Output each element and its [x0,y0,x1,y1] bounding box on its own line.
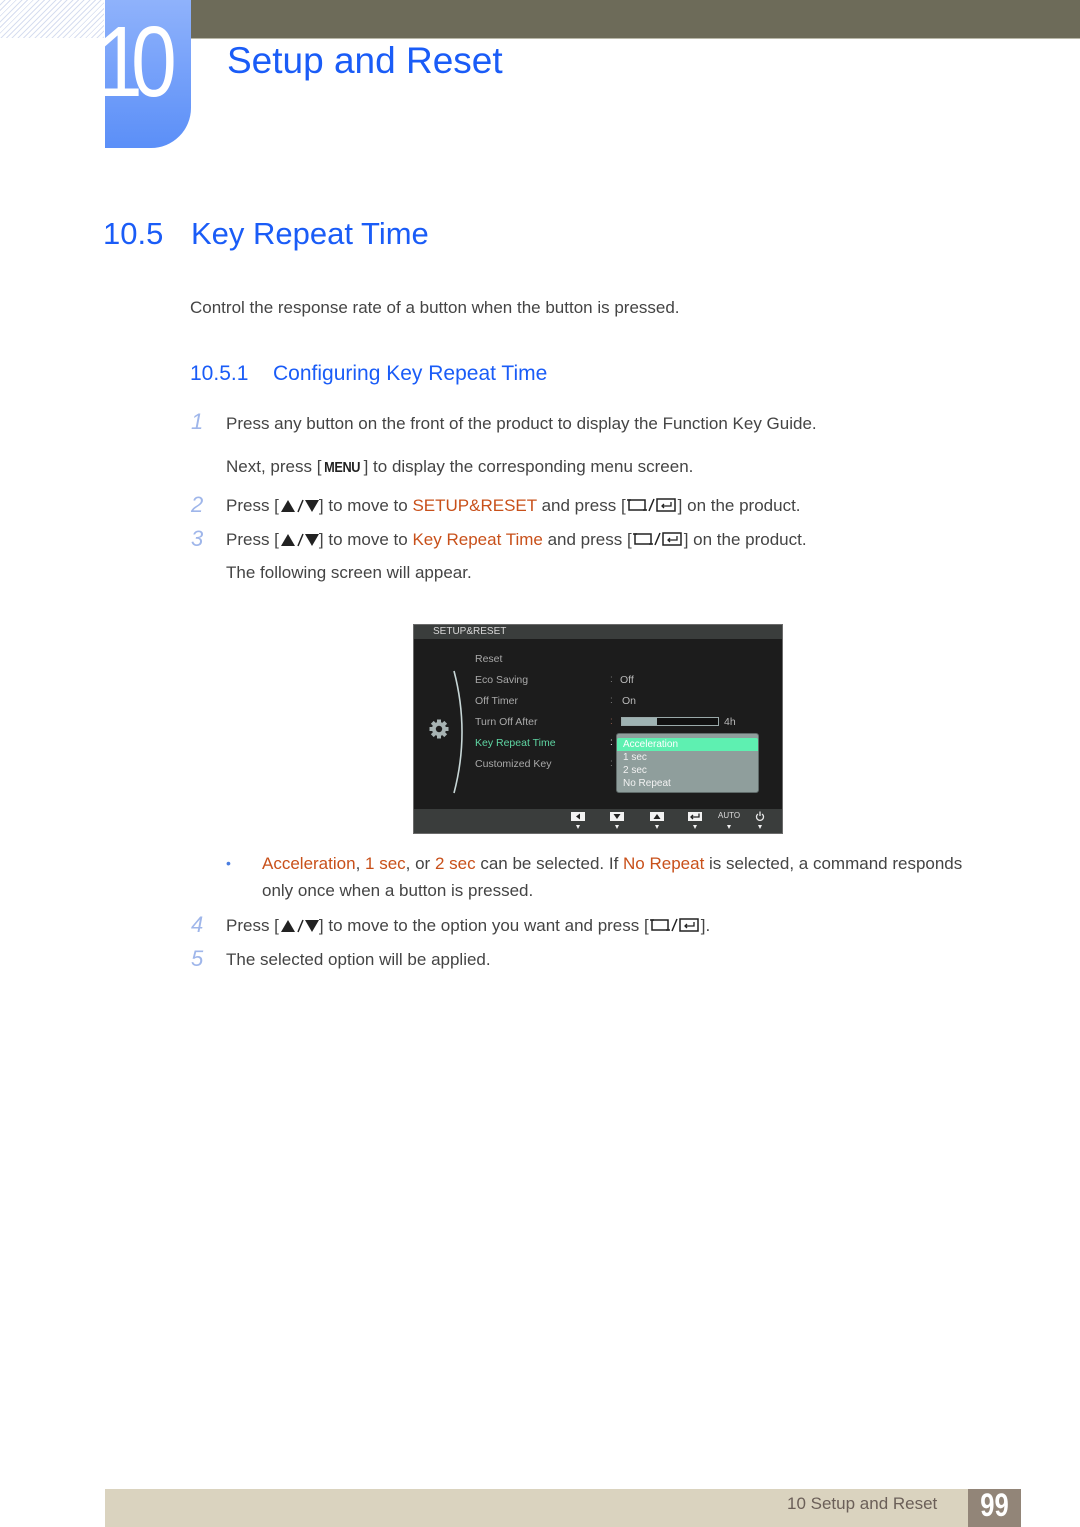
step-number: 2 [191,492,204,517]
step-text: The following screen will appear. [226,563,472,582]
source-enter-key-icon [626,497,678,518]
osd-turn-off-after-slider[interactable] [621,717,719,726]
osd-arc-decoration [453,670,463,794]
button-indicator-icon [576,825,580,829]
step-number: 4 [191,912,204,937]
note-line-2: only once when a button is pressed. [262,881,534,900]
source-enter-key-icon [649,917,701,938]
header-hatch-decoration [0,0,104,38]
osd-value-turn-off-after: 4h [724,716,736,728]
step-number: 5 [191,946,204,971]
text-fragment: , [355,854,366,873]
section-title-text: Key Repeat Time [191,216,429,251]
osd-colon: : [610,737,613,748]
step-text: Press any button on the front of the pro… [226,414,817,433]
osd-colon: : [610,674,613,685]
button-indicator-icon [727,825,731,829]
gear-icon [429,719,449,739]
text-fragment: ] to move to [318,496,413,515]
step-number: 3 [191,526,204,551]
text-fragment: , or [405,854,435,873]
subsection-number: 10.5.1 [190,362,249,385]
osd-item-customized-key[interactable]: Customized Key [475,758,551,770]
osd-colon: : [610,695,613,706]
text-fragment: ] to move to [318,530,413,549]
power-icon[interactable] [755,811,765,821]
step-text-menu: Next, press [MENU] to display the corres… [226,457,693,477]
section-number: 10.5 [103,216,164,251]
osd-item-key-repeat-time[interactable]: Key Repeat Time [475,737,556,749]
step-number: 1 [191,409,204,434]
text-fragment: ] to move to the option you want and pre… [318,916,649,935]
highlight-1-sec: 1 sec [365,854,406,873]
step-text: The selected option will be applied. [226,950,491,969]
highlight-no-repeat: No Repeat [623,854,705,873]
highlight-key-repeat-time: Key Repeat Time [412,530,543,549]
osd-item-eco-saving[interactable]: Eco Saving [475,674,528,686]
section-intro: Control the response rate of a button wh… [190,298,680,317]
osd-value-eco-saving: Off [620,674,634,686]
osd-option-1-sec[interactable]: 1 sec [617,751,758,764]
up-down-key-icon [279,498,319,518]
osd-option-no-repeat[interactable]: No Repeat [617,777,758,790]
note-line-1: Acceleration, 1 sec, or 2 sec can be sel… [262,854,962,874]
button-indicator-icon [655,825,659,829]
highlight-acceleration: Acceleration [262,854,356,873]
up-arrow-icon[interactable] [650,812,664,821]
osd-item-turn-off-after[interactable]: Turn Off After [475,716,537,728]
auto-button[interactable]: AUTO [718,811,740,820]
text-fragment: is selected, a command responds [704,854,963,873]
highlight-setup-reset: SETUP&RESET [412,496,537,515]
text-fragment: ] on the product. [677,496,801,515]
button-indicator-icon [693,825,697,829]
enter-icon[interactable] [688,812,702,821]
up-down-key-icon [279,532,319,552]
step-text: Press [ ] to move to SETUP&RESET and pres… [226,496,801,518]
footer-chapter-label: 10 Setup and Reset [787,1494,938,1513]
osd-colon: : [610,716,613,727]
text-fragment: Press [ [226,496,279,515]
text-fragment: and press [ [542,530,632,549]
osd-item-reset[interactable]: Reset [475,653,502,665]
osd-option-acceleration[interactable]: Acceleration [617,738,758,751]
subsection-title-text: Configuring Key Repeat Time [273,362,548,385]
osd-value-off-timer: On [622,695,637,707]
osd-slider-fill [622,718,657,725]
text-fragment: and press [ [536,496,626,515]
text-fragment: Press [ [226,916,279,935]
highlight-2-sec: 2 sec [434,854,476,873]
step-text: Press [ ] to move to the option you want … [226,916,710,938]
step-text: Press [ ] to move to Key Repeat Time and … [226,530,807,552]
up-down-key-icon [279,918,319,938]
page-number: 99 [980,1487,1009,1523]
down-arrow-icon[interactable] [610,812,624,821]
osd-key-repeat-dropdown[interactable]: Acceleration 1 sec 2 sec No Repeat [616,733,759,793]
button-indicator-icon [615,825,619,829]
osd-item-off-timer[interactable]: Off Timer [475,695,518,707]
left-arrow-icon[interactable] [571,812,585,821]
chapter-title: Setup and Reset [227,40,503,81]
bullet-icon: • [226,855,231,871]
text-fragment: ]. [700,916,711,935]
header-bar [190,0,1080,39]
osd-option-2-sec[interactable]: 2 sec [617,764,758,777]
text-fragment: Next, press [ [226,457,322,476]
osd-colon: : [610,758,613,769]
osd-header: SETUP&RESET [414,625,782,639]
button-indicator-icon [758,825,762,829]
source-enter-key-icon [632,531,684,552]
text-fragment: can be selected. If [475,854,624,873]
chapter-number: 10 [97,6,177,118]
text-fragment: Press [ [226,530,279,549]
text-fragment: ] on the product. [683,530,807,549]
osd-menu-screen: SETUP&RESET Reset Eco Saving : Off Off T… [413,624,783,834]
subsection-title: 10.5.1 Configuring Key Repeat Time [190,362,547,386]
text-fragment: ] to display the corresponding menu scre… [363,457,694,476]
section-title: 10.5 Key Repeat Time [103,216,429,252]
menu-key-icon: MENU [324,459,361,476]
osd-function-bar: AUTO [414,809,782,833]
